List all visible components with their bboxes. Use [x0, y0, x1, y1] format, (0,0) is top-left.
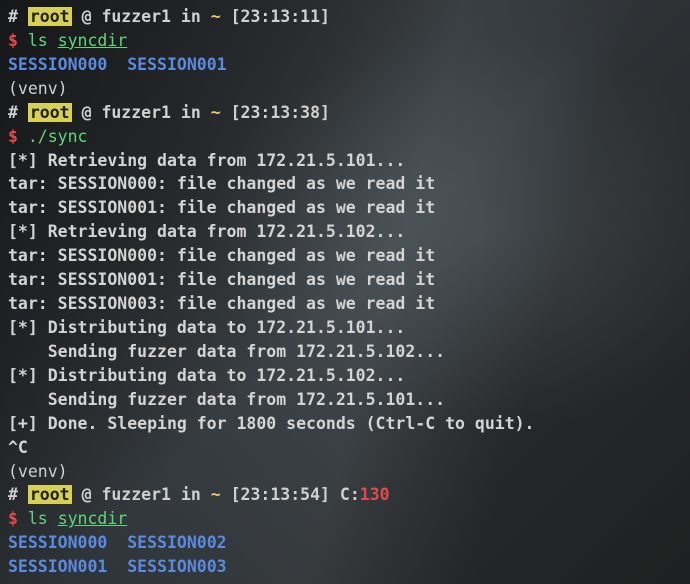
- terminal-output[interactable]: # root @ fuzzer1 in ~ [23:13:11] $ ls sy…: [8, 5, 682, 579]
- sync-output: [*] Retrieving data from 172.21.5.101...: [8, 149, 682, 173]
- prompt-time: [23:13:11]: [231, 7, 330, 26]
- sync-output: Sending fuzzer data from 172.21.5.101...: [8, 388, 682, 412]
- ctrl-c: ^C: [8, 436, 682, 460]
- prompt-time: [23:13:54]: [231, 485, 330, 504]
- command-line-1: $ ls syncdir: [8, 29, 682, 53]
- prompt-at: @: [82, 7, 92, 26]
- prompt-host: fuzzer1: [101, 485, 171, 504]
- session-dir: SESSION000: [8, 533, 107, 552]
- prompt-host: fuzzer1: [101, 7, 171, 26]
- command: ls: [28, 509, 48, 528]
- session-dir: SESSION001: [8, 557, 107, 576]
- command: ls: [28, 31, 48, 50]
- session-dir: SESSION000: [8, 55, 107, 74]
- sync-output: [+] Done. Sleeping for 1800 seconds (Ctr…: [8, 412, 682, 436]
- prompt-in: in: [181, 485, 201, 504]
- exit-label: C:: [340, 485, 360, 504]
- command-line-3: $ ls syncdir: [8, 507, 682, 531]
- prompt-user: root: [28, 7, 72, 26]
- prompt-path: ~: [211, 485, 221, 504]
- prompt-time: [23:13:38]: [231, 103, 330, 122]
- prompt-hash: #: [8, 7, 18, 26]
- session-dir: SESSION002: [127, 533, 226, 552]
- ls-output-2-row1: SESSION000 SESSION002: [8, 531, 682, 555]
- command: ./sync: [28, 127, 88, 146]
- prompt-hash: #: [8, 103, 18, 122]
- session-dir: SESSION001: [127, 55, 226, 74]
- command-arg: syncdir: [58, 31, 128, 50]
- prompt-at: @: [82, 103, 92, 122]
- sync-output: tar: SESSION001: file changed as we read…: [8, 196, 682, 220]
- prompt-path: ~: [211, 103, 221, 122]
- prompt-dollar: $: [8, 127, 18, 146]
- prompt-user: root: [28, 103, 72, 122]
- prompt-hash: #: [8, 485, 18, 504]
- sync-output: tar: SESSION003: file changed as we read…: [8, 292, 682, 316]
- prompt-host: fuzzer1: [101, 103, 171, 122]
- prompt-user: root: [28, 485, 72, 504]
- command-arg: syncdir: [58, 509, 128, 528]
- prompt-dollar: $: [8, 509, 18, 528]
- sync-output: [*] Retrieving data from 172.21.5.102...: [8, 220, 682, 244]
- prompt-path: ~: [211, 7, 221, 26]
- command-line-2: $ ./sync: [8, 125, 682, 149]
- venv-indicator: (venv): [8, 460, 682, 484]
- ls-output-2-row2: SESSION001 SESSION003: [8, 555, 682, 579]
- sync-output: tar: SESSION001: file changed as we read…: [8, 268, 682, 292]
- sync-output: tar: SESSION000: file changed as we read…: [8, 244, 682, 268]
- session-dir: SESSION003: [127, 557, 226, 576]
- prompt-in: in: [181, 7, 201, 26]
- prompt-line-1: # root @ fuzzer1 in ~ [23:13:11]: [8, 5, 682, 29]
- sync-output: [*] Distributing data to 172.21.5.102...: [8, 364, 682, 388]
- sync-output: [*] Distributing data to 172.21.5.101...: [8, 316, 682, 340]
- prompt-at: @: [82, 485, 92, 504]
- ls-output-1: SESSION000 SESSION001: [8, 53, 682, 77]
- sync-output: tar: SESSION000: file changed as we read…: [8, 172, 682, 196]
- venv-indicator: (venv): [8, 77, 682, 101]
- prompt-dollar: $: [8, 31, 18, 50]
- prompt-in: in: [181, 103, 201, 122]
- sync-output: Sending fuzzer data from 172.21.5.102...: [8, 340, 682, 364]
- exit-code: 130: [360, 485, 390, 504]
- prompt-line-2: # root @ fuzzer1 in ~ [23:13:38]: [8, 101, 682, 125]
- prompt-line-3: # root @ fuzzer1 in ~ [23:13:54] C:130: [8, 483, 682, 507]
